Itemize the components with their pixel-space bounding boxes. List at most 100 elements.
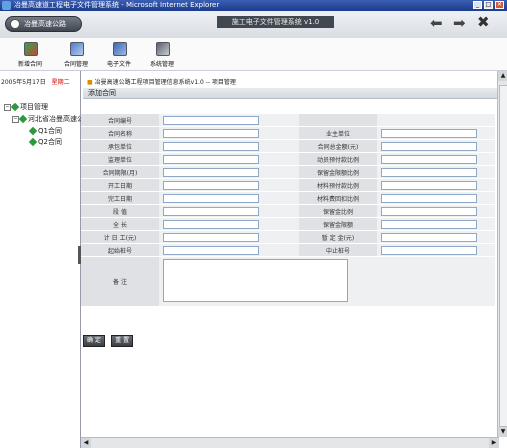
tree-item-q1[interactable]: Q1合同 xyxy=(28,126,62,136)
field-label xyxy=(299,114,377,127)
daywork-input[interactable] xyxy=(163,232,259,242)
field-label: 保留金限额 xyxy=(299,217,377,231)
material-rebate-input[interactable] xyxy=(381,193,477,203)
tool-new-contract[interactable]: 新增合同 xyxy=(18,42,54,68)
tool-label: 新增合同 xyxy=(18,61,43,68)
home-pill-label: 冶曼高速公路 xyxy=(24,20,66,28)
field-label: 合同编号 xyxy=(81,114,159,127)
form-row: 计 日 工(元) 暂 定 金(元) xyxy=(81,230,495,244)
end-station-input[interactable] xyxy=(381,245,477,255)
retention-ratio-input[interactable] xyxy=(381,206,477,216)
tree-item-label: Q2合同 xyxy=(38,138,62,146)
retention-limit-ratio-input[interactable] xyxy=(381,167,477,177)
notes-textarea[interactable] xyxy=(163,259,348,302)
main-content: ■ 冶曼高速公路工程项目管理信息系统v1.0 -- 项目管理 添加合同 合同编号 … xyxy=(81,71,507,448)
provisional-sum-input[interactable] xyxy=(381,232,477,242)
minimize-button[interactable]: _ xyxy=(473,1,482,9)
form-row: 起始桩号 中止桩号 xyxy=(81,243,495,257)
scroll-left-icon[interactable]: ◀ xyxy=(81,438,91,448)
system-title: 施工电子文件管理系统 v1.0 xyxy=(217,16,334,28)
weekday-label: 星期二 xyxy=(51,79,70,86)
field-label: 开工日期 xyxy=(81,178,159,192)
field-label: 起始桩号 xyxy=(81,243,159,257)
tool-contract-manage[interactable]: 合同管理 xyxy=(64,42,100,68)
field-label: 材料预付款比例 xyxy=(299,178,377,192)
start-date-input[interactable] xyxy=(163,180,259,190)
tree-root[interactable]: − 项目管理 xyxy=(4,102,48,112)
field-label: 监理单位 xyxy=(81,152,159,166)
field-label: 合同期限(月) xyxy=(81,165,159,179)
tool-label: 电子文件 xyxy=(107,61,132,68)
section-title: 添加合同 xyxy=(83,88,501,99)
home-icon xyxy=(10,19,20,29)
contract-icon xyxy=(28,137,38,147)
contract-no-input[interactable] xyxy=(163,115,259,125)
retention-limit-input[interactable] xyxy=(381,219,477,229)
folder-icon xyxy=(18,114,28,124)
tree-root-label: 项目管理 xyxy=(20,103,48,111)
field-label: 承包单位 xyxy=(81,139,159,153)
mobilization-advance-input[interactable] xyxy=(381,154,477,164)
breadcrumb-icon: ■ xyxy=(87,79,93,86)
field-label: 合同名称 xyxy=(81,126,159,140)
owner-unit-input[interactable] xyxy=(381,128,477,138)
material-advance-input[interactable] xyxy=(381,180,477,190)
close-window-button[interactable]: ✕ xyxy=(495,1,504,9)
current-date: 2005年5月17日 xyxy=(1,79,46,86)
ie-icon xyxy=(2,1,11,10)
scroll-down-icon[interactable]: ▼ xyxy=(498,427,507,437)
electronic-files-icon xyxy=(113,42,127,56)
vertical-scrollbar[interactable]: ▲ ▼ xyxy=(497,71,507,437)
section-value-input[interactable] xyxy=(163,206,259,216)
back-arrow-icon[interactable]: ⬅ xyxy=(430,14,443,32)
field-label: 暂 定 金(元) xyxy=(299,230,377,244)
window-titlebar: 冶曼高速道工程电子文件管理系统 - Microsoft Internet Exp… xyxy=(0,0,507,11)
new-contract-icon xyxy=(24,42,38,56)
field-label: 计 日 工(元) xyxy=(81,230,159,244)
scroll-thumb[interactable] xyxy=(499,85,507,427)
reset-button[interactable]: 重 置 xyxy=(111,335,134,347)
form-row: 监理单位 动员预付款比例 xyxy=(81,152,495,166)
tool-label: 系统管理 xyxy=(150,61,175,68)
form-row: 全 长 保留金限额 xyxy=(81,217,495,231)
total-amount-input[interactable] xyxy=(381,141,477,151)
field-label: 完工日期 xyxy=(81,191,159,205)
exit-icon[interactable]: ✖ xyxy=(477,13,490,31)
home-pill[interactable]: 冶曼高速公路 xyxy=(5,16,82,32)
sidebar: 2005年5月17日 星期二 − 项目管理 − 河北省冶曼高速公路 Q1合同 Q2合… xyxy=(0,71,91,448)
field-label: 业主单位 xyxy=(299,126,377,140)
save-button[interactable]: 确 定 xyxy=(83,335,105,347)
field-label: 保留金比例 xyxy=(299,204,377,218)
scroll-right-icon[interactable]: ▶ xyxy=(489,438,499,448)
start-station-input[interactable] xyxy=(163,245,259,255)
field-label: 段 值 xyxy=(81,204,159,218)
form-row: 合同期限(月) 保留金限额比例 xyxy=(81,165,495,179)
folder-icon xyxy=(10,102,20,112)
date-row: 2005年5月17日 星期二 xyxy=(1,77,70,86)
supervisor-input[interactable] xyxy=(163,154,259,164)
contract-icon xyxy=(28,126,38,136)
main-toolbar: 新增合同 合同管理 电子文件 系统管理 xyxy=(0,38,507,71)
breadcrumb-text: 冶曼高速公路工程项目管理信息系统v1.0 -- 项目管理 xyxy=(94,79,236,86)
maximize-button[interactable]: □ xyxy=(484,1,493,9)
field-label: 备 注 xyxy=(81,256,159,307)
tool-system-manage[interactable]: 系统管理 xyxy=(150,42,186,68)
scroll-up-icon[interactable]: ▲ xyxy=(498,71,507,81)
field-label: 合同总金额(元) xyxy=(299,139,377,153)
contract-manage-icon xyxy=(70,42,84,56)
tool-label: 合同管理 xyxy=(64,61,89,68)
contractor-input[interactable] xyxy=(163,141,259,151)
contract-name-input[interactable] xyxy=(163,128,259,138)
end-date-input[interactable] xyxy=(163,193,259,203)
form-row: 合同编号 xyxy=(81,114,495,127)
horizontal-scrollbar[interactable]: ◀ ▶ xyxy=(81,437,499,448)
tree-item-q2[interactable]: Q2合同 xyxy=(28,137,62,147)
form-row-notes: 备 注 xyxy=(81,256,495,307)
tree-child[interactable]: − 河北省冶曼高速公路 xyxy=(12,114,91,124)
tool-electronic-files[interactable]: 电子文件 xyxy=(107,42,143,68)
contract-term-input[interactable] xyxy=(163,167,259,177)
field-label: 中止桩号 xyxy=(299,243,377,257)
total-length-input[interactable] xyxy=(163,219,259,229)
forward-arrow-icon[interactable]: ➡ xyxy=(453,14,466,32)
app-header: 冶曼高速公路 施工电子文件管理系统 v1.0 ⬅ ➡ ✖ xyxy=(0,11,507,39)
